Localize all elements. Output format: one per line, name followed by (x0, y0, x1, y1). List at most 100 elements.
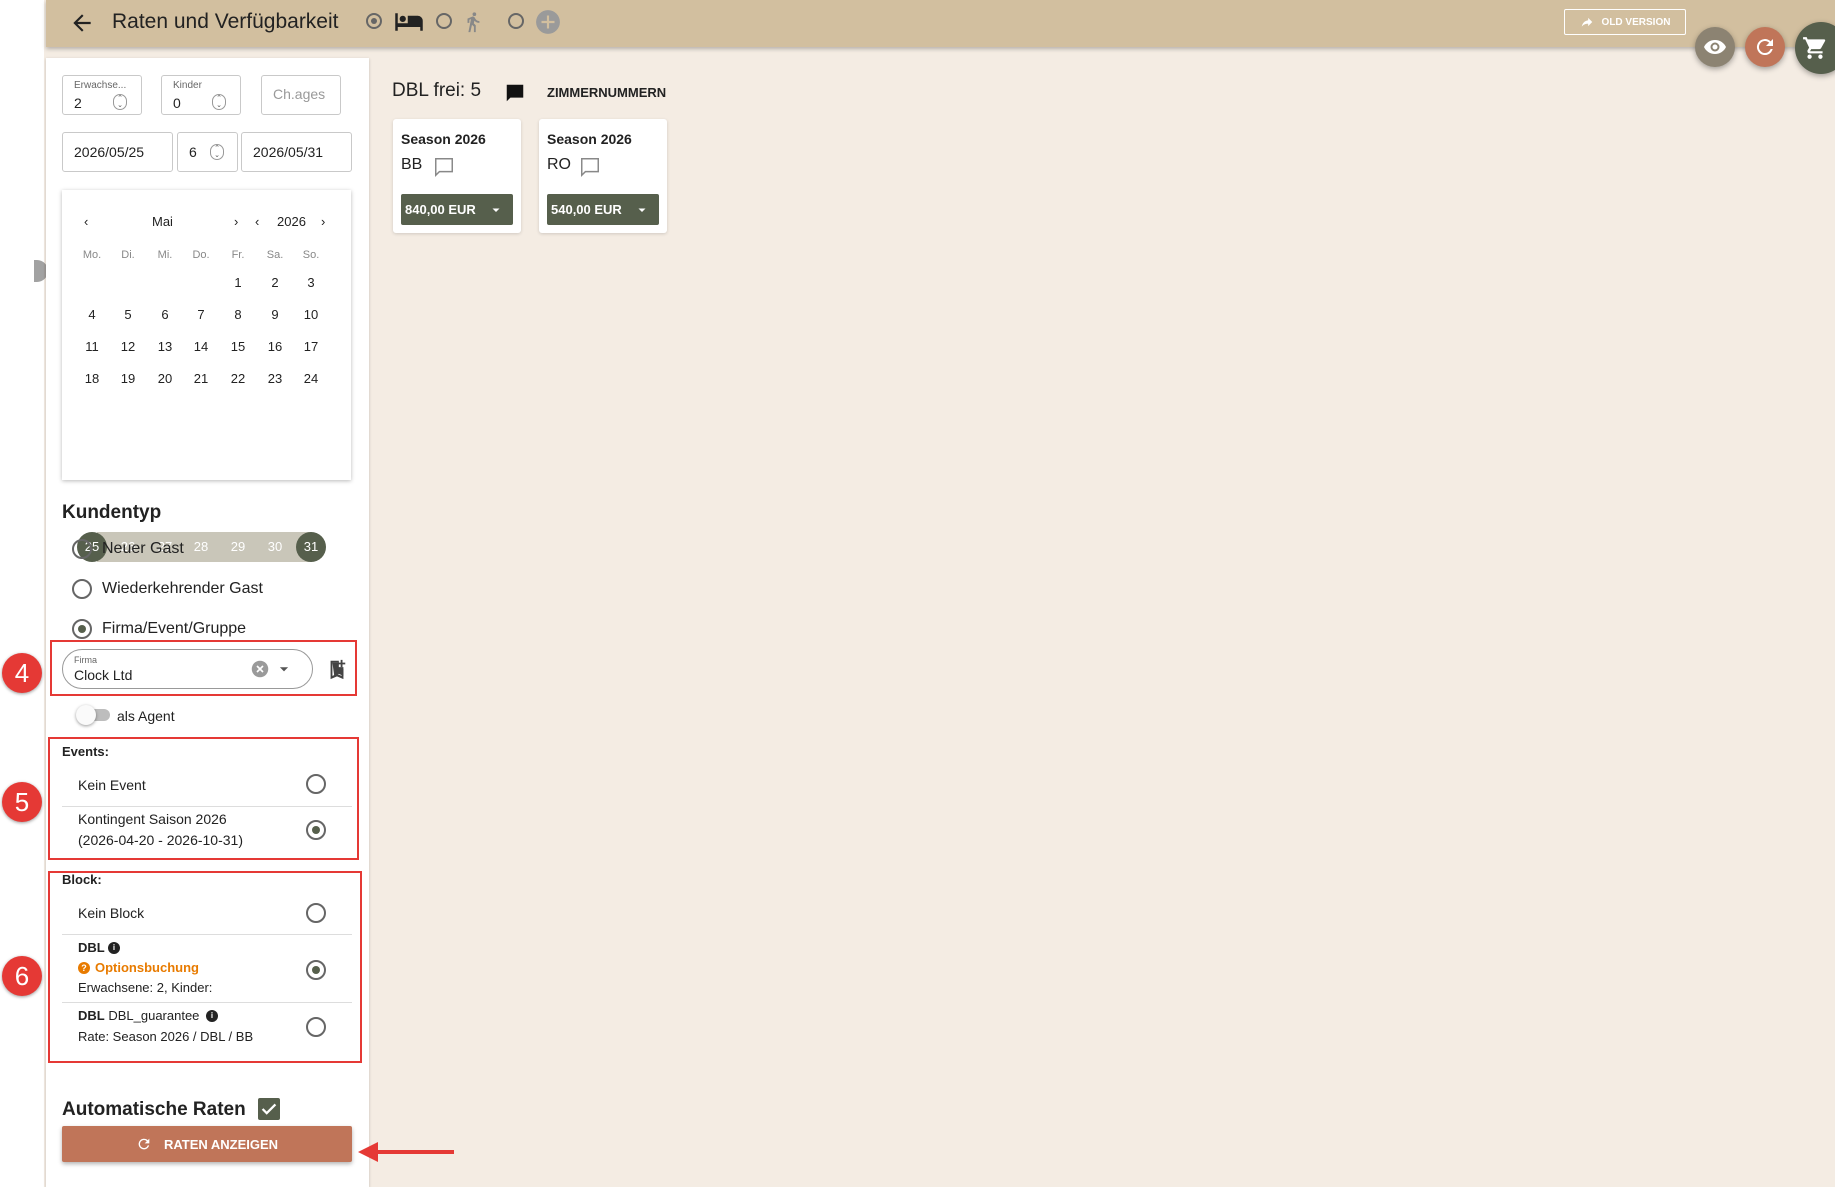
annotation-badge-4: 4 (2, 653, 42, 693)
annotation-badge-5: 5 (2, 782, 42, 822)
calendar-day[interactable]: 28 (183, 532, 219, 562)
children-ages-input[interactable]: Ch.ages (261, 75, 341, 115)
share-arrow-icon (1581, 17, 1592, 27)
top-app-bar: Raten und Verfügbarkeit OLD VERSION (46, 0, 1835, 47)
comment-outline-icon[interactable] (579, 156, 601, 178)
calendar-day[interactable]: 15 (220, 332, 256, 362)
customer-radio-company[interactable] (72, 619, 92, 639)
calendar-day[interactable]: 1 (220, 268, 256, 298)
rate-card-board: RO (547, 156, 571, 173)
children-stepper-icon[interactable]: ⌃ ⌄ (212, 94, 226, 110)
customer-radio-returning[interactable] (72, 579, 92, 599)
check-icon (261, 1103, 277, 1115)
calendar-day[interactable]: 17 (293, 332, 329, 362)
adults-input[interactable]: Erwachse... 2 ⌃ ⌄ (62, 75, 142, 115)
calendar-day[interactable]: 3 (293, 268, 329, 298)
rate-card-season: Season 2026 (547, 131, 632, 147)
calendar-day[interactable]: 20 (147, 364, 183, 394)
calendar-day[interactable]: 29 (220, 532, 256, 562)
page-title: Raten und Verfügbarkeit (112, 10, 339, 33)
children-input[interactable]: Kinder 0 ⌃ ⌄ (161, 75, 241, 115)
nights-value: 6 (189, 144, 197, 160)
calendar-day[interactable]: 13 (147, 332, 183, 362)
adults-value: 2 (74, 95, 82, 111)
rate-card-season: Season 2026 (401, 131, 486, 147)
rate-card-price: 540,00 EUR (551, 202, 622, 217)
calendar-day[interactable]: 24 (293, 364, 329, 394)
nights-input[interactable]: 6 ⌃ ⌄ (177, 132, 238, 172)
rate-card: Season 2026 BB 840,00 EUR (393, 119, 521, 233)
calendar-day[interactable]: 4 (74, 300, 110, 330)
show-rates-label: RATEN ANZEIGEN (163, 1136, 279, 1152)
adults-label: Erwachse... (74, 80, 127, 91)
calendar-day[interactable]: 11 (74, 332, 110, 362)
calendar-day[interactable]: 5 (110, 300, 146, 330)
prev-year-icon[interactable]: ‹ (255, 214, 259, 229)
calendar-day[interactable]: 9 (257, 300, 293, 330)
arrival-date-value: 2026/05/25 (74, 144, 145, 160)
calendar-day[interactable]: 12 (110, 332, 146, 362)
calendar-day[interactable]: 10 (293, 300, 329, 330)
customer-radio-new[interactable] (72, 539, 92, 559)
weekday-label: So. (302, 249, 320, 261)
prev-month-icon[interactable]: ‹ (84, 214, 88, 229)
calendar-day[interactable]: 31 (293, 532, 329, 562)
calendar-day[interactable]: 6 (147, 300, 183, 330)
calendar-day[interactable]: 30 (257, 532, 293, 562)
running-person-icon (467, 12, 480, 33)
mode-radio-activities[interactable] (436, 13, 452, 29)
rate-card-price: 840,00 EUR (405, 202, 476, 217)
weekday-label: Mo. (82, 249, 102, 261)
mode-radio-rooms[interactable] (366, 13, 382, 29)
calendar-day[interactable]: 18 (74, 364, 110, 394)
calendar-day[interactable]: 16 (257, 332, 293, 362)
old-version-label: OLD VERSION (1601, 16, 1671, 28)
weekday-label: Sa. (266, 249, 284, 261)
back-arrow-icon[interactable] (68, 10, 96, 36)
children-ages-placeholder: Ch.ages (273, 86, 326, 102)
add-circle-icon (536, 10, 560, 34)
customer-option-returning-label: Wiederkehrender Gast (102, 580, 263, 597)
agent-toggle-thumb[interactable] (76, 705, 96, 725)
calendar-year: 2026 (277, 214, 306, 229)
departure-date-input[interactable]: 2026/05/31 (241, 132, 352, 172)
mode-radio-extras[interactable] (508, 13, 524, 29)
rate-card-price-button[interactable]: 840,00 EUR (401, 194, 513, 225)
rate-card-board: BB (401, 156, 423, 173)
left-white-strip (0, 0, 44, 1187)
nights-stepper-icon[interactable]: ⌃ ⌄ (210, 144, 224, 160)
availability-title: DBL frei: 5 (392, 80, 482, 101)
auto-rates-label: Automatische Raten (62, 1099, 246, 1120)
annotation-box-block (48, 871, 362, 1063)
weekday-label: Mi. (157, 249, 173, 261)
rate-card-price-button[interactable]: 540,00 EUR (547, 194, 659, 225)
comment-outline-icon[interactable] (433, 156, 455, 178)
old-version-button[interactable]: OLD VERSION (1564, 9, 1686, 35)
calendar-day[interactable]: 23 (257, 364, 293, 394)
customer-option-new-label: Neuer Gast (102, 540, 184, 557)
show-rates-button[interactable]: RATEN ANZEIGEN (62, 1126, 352, 1162)
calendar-day[interactable]: 7 (183, 300, 219, 330)
cart-icon (1803, 37, 1826, 59)
arrival-date-input[interactable]: 2026/05/25 (62, 132, 173, 172)
refresh-button[interactable] (1745, 27, 1785, 67)
calendar-day[interactable]: 19 (110, 364, 146, 394)
calendar-day[interactable]: 14 (183, 332, 219, 362)
calendar-day[interactable]: 21 (183, 364, 219, 394)
weekday-label: Do. (192, 249, 210, 261)
room-numbers-link[interactable]: ZIMMERNUMMERN (547, 85, 666, 100)
calendar-month: Mai (152, 214, 173, 229)
next-year-icon[interactable]: › (321, 214, 325, 229)
bed-icon (395, 13, 423, 31)
calendar-day[interactable]: 2 (257, 268, 293, 298)
calendar-day[interactable]: 8 (220, 300, 256, 330)
auto-rates-checkbox[interactable] (258, 1098, 280, 1120)
annotation-box-company (50, 640, 357, 696)
preview-button[interactable] (1695, 27, 1735, 67)
calendar-day[interactable]: 22 (220, 364, 256, 394)
cart-button[interactable] (1795, 22, 1835, 74)
adults-stepper-icon[interactable]: ⌃ ⌄ (113, 94, 127, 110)
rate-card: Season 2026 RO 540,00 EUR (539, 119, 667, 233)
next-month-icon[interactable]: › (234, 214, 238, 229)
comment-icon[interactable] (504, 82, 526, 104)
